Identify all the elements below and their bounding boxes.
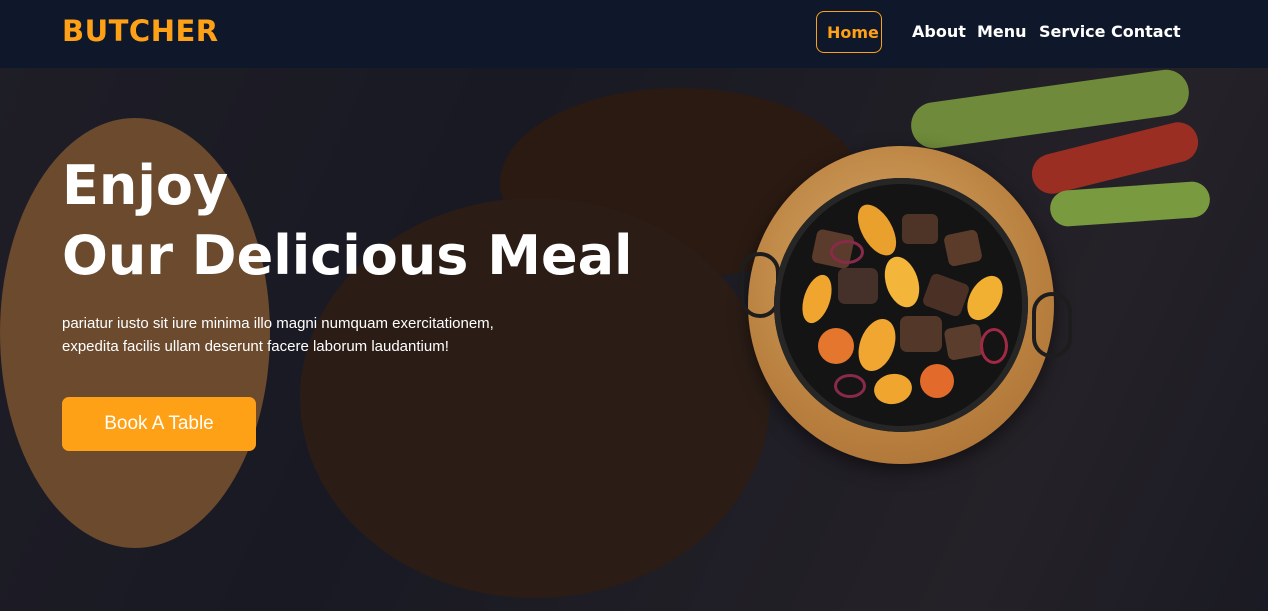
hero-section: Enjoy Our Delicious Meal pariatur iusto …: [0, 68, 1268, 611]
pan-handle-right: [1032, 292, 1072, 358]
nav-item-home[interactable]: Home: [816, 11, 882, 53]
hero-subtitle: pariatur iusto sit iure minima illo magn…: [62, 315, 494, 355]
nav-item-about[interactable]: About: [912, 11, 966, 53]
book-table-button[interactable]: Book A Table: [62, 397, 256, 451]
dish-image: [738, 146, 1072, 466]
brand-logo[interactable]: BUTCHER: [62, 14, 219, 48]
navbar: BUTCHER Home About Menu Service Contact: [0, 0, 1268, 68]
nav-item-contact[interactable]: Contact: [1111, 11, 1181, 53]
pan: [774, 178, 1028, 432]
hero-title-line2: Our Delicious Meal: [62, 224, 633, 287]
nav-item-menu[interactable]: Menu: [977, 11, 1027, 53]
hero-title-line1: Enjoy: [62, 154, 229, 217]
nav-item-service[interactable]: Service: [1039, 11, 1106, 53]
